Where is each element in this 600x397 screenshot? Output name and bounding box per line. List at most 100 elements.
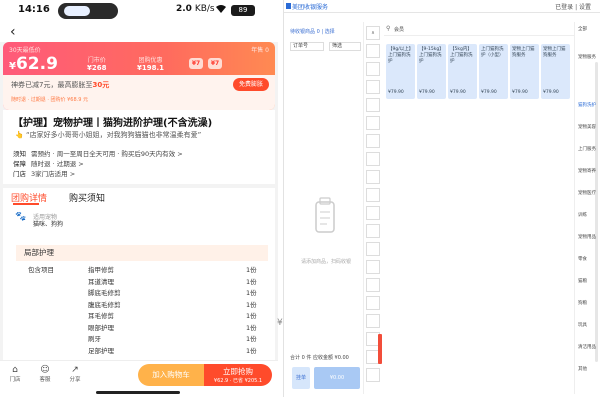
quick-action-button[interactable] — [366, 152, 380, 166]
phone-screen: 14:16 2.0 KB/s 89 ‹ 30天最低价 年售 0 ¥62.9 门市… — [0, 0, 278, 397]
notice-row[interactable]: 须知 需预约 · 周一至周日全天可用 · 购买后90天内有效 > — [13, 148, 183, 158]
category-item[interactable]: 训练 — [578, 212, 587, 218]
quick-action-button[interactable] — [366, 242, 380, 256]
store-icon: ⌂ — [12, 365, 18, 375]
coupon-strip: 神券已减7元，最高膨胀至30元 免费膨胀 随时退 · 过期退 · 团购价 ¥68… — [3, 75, 275, 110]
detail-tabs: 团购详情 购买须知 — [3, 184, 275, 206]
service-item-row: 耳毛修剪 1份 — [88, 312, 257, 320]
expand-coupon-button[interactable]: 免费膨胀 — [232, 78, 269, 91]
service-item-row: 腹底毛修剪 1份 — [88, 300, 257, 309]
group-discount: 团购优惠 ¥198.1 — [137, 57, 165, 72]
add-to-cart-button[interactable]: 加入购物车 — [138, 364, 204, 386]
deal-info: 【护理】宠物护理丨猫狗进阶护理(不含洗澡) 👆 “店家好多小哥哥小姐姐，对我狗狗… — [3, 110, 275, 184]
deal-title: 【护理】宠物护理丨猫狗进阶护理(不含洗澡) — [13, 118, 213, 129]
service-item-row: 耳道清理 1份 — [88, 277, 257, 286]
annual-sales: 年售 0 — [251, 47, 269, 54]
status-time: 14:16 — [18, 4, 50, 15]
app-header-actions[interactable]: 已登录 | 设置 — [555, 2, 591, 11]
cart-panel: 待收银商品 0 | 选择 订单号 筛选 请添加商品，扫码收银 合计 0 件 应收… — [287, 22, 364, 394]
quick-action-button[interactable] — [366, 134, 380, 148]
review-quote: 👆 “店家好多小哥哥小姐姐，对我狗狗猫猫也非常温柔有爱” — [15, 131, 202, 139]
category-item[interactable]: 猫狗洗护 — [578, 102, 596, 108]
store-price: 门市价 ¥268 — [87, 57, 107, 72]
lowest-price-label: 30天最低价 — [9, 47, 41, 54]
category-item[interactable]: 其他 — [578, 366, 587, 372]
quick-action-button[interactable] — [366, 368, 380, 382]
cart-header[interactable]: 待收银商品 0 | 选择 — [290, 28, 335, 35]
service-item-row: 眼部护理 1份 — [88, 323, 257, 332]
app-title: 美团收银服务 — [292, 4, 329, 11]
wifi-icon — [216, 5, 226, 13]
search-icon: ⚲ — [386, 25, 391, 32]
category-item[interactable]: 清洁用品 — [578, 344, 596, 350]
category-item[interactable]: 宠物用品 — [578, 234, 596, 240]
empty-cart-icon — [315, 197, 335, 233]
app-logo-icon — [286, 3, 291, 9]
category-item[interactable]: 全部 — [578, 26, 587, 32]
chat-icon: ☺ — [40, 365, 50, 375]
quick-action-button[interactable] — [366, 80, 380, 94]
empty-cart-text: 请添加商品，扫码收银 — [300, 259, 351, 265]
buy-now-button[interactable]: 立即抢购 ¥62.9 · 已省 ¥205.1 — [204, 364, 272, 386]
category-item[interactable]: 狗粮 — [578, 300, 587, 306]
app-title-bar: 美团收银服务 已登录 | 设置 — [284, 0, 600, 13]
category-item[interactable]: 宠物医疗 — [578, 190, 596, 196]
category-item[interactable]: 玩具 — [578, 322, 587, 328]
checkout-button[interactable]: ¥0.00 — [314, 367, 360, 389]
quick-action-button[interactable] — [366, 170, 380, 184]
service-item-row: 脚底毛修剪 1份 — [88, 289, 257, 297]
back-arrow-icon[interactable]: ‹ — [10, 24, 16, 40]
product-card[interactable]: 宠物上门猫狗服务 ¥79.90 — [510, 44, 539, 99]
share-button[interactable]: ↗ 分享 — [64, 365, 86, 383]
quick-action-button[interactable] — [366, 278, 380, 292]
product-card[interactable]: 【5kg内】上门猫狗洗护 ¥79.90 — [448, 44, 477, 99]
home-indicator — [96, 391, 180, 394]
store-row[interactable]: 门店 3家门店适用 > — [13, 168, 75, 178]
quick-action-button[interactable] — [366, 296, 380, 310]
share-icon: ↗ — [71, 365, 79, 375]
quick-action-button[interactable] — [366, 116, 380, 130]
quick-action-button[interactable] — [366, 98, 380, 112]
service-items: 包含项目 指甲修剪 1份 耳道清理 1份 脚底毛修剪 1份 腹底毛修剪 1份 耳毛修剪 1份… — [16, 264, 268, 356]
product-card[interactable]: 上门猫狗洗护（小型） ¥79.90 — [479, 44, 508, 99]
highlight-marker — [378, 334, 382, 364]
search-input[interactable]: 会员 — [394, 26, 404, 33]
category-item[interactable]: 宠物美容 — [578, 124, 596, 130]
service-item-row: 足部护理 1份 — [88, 346, 257, 355]
price-card: 30天最低价 年售 0 ¥62.9 门市价 ¥268 团购优惠 ¥198.1 ¥… — [3, 42, 275, 110]
quick-action-button[interactable] — [366, 260, 380, 274]
quick-action-button[interactable] — [366, 206, 380, 220]
quick-action-button[interactable] — [366, 44, 380, 58]
cart-summary: 合计 0 件 应收金额 ¥0.00 — [290, 355, 349, 361]
nav-bar: ‹ — [0, 22, 278, 42]
product-grid-panel: ⚲ 会员 【9g/以上】上门猫狗洗护 ¥79.90 【9-15kg】上门猫狗洗护 ¥… — [384, 22, 574, 394]
tab-purchase-notes[interactable]: 购买须知 — [69, 191, 105, 204]
category-item[interactable]: 宠物服务 — [578, 54, 596, 60]
quick-action-button[interactable] — [366, 314, 380, 328]
product-card[interactable]: 【9-15kg】上门猫狗洗护 ¥79.90 — [417, 44, 446, 99]
product-card[interactable]: 【9g/以上】上门猫狗洗护 ¥79.90 — [386, 44, 415, 99]
coupon-tag: ¥7 — [189, 58, 203, 69]
service-button[interactable]: ☺ 客服 — [34, 365, 56, 383]
quick-action-button[interactable] — [366, 188, 380, 202]
status-bar: 14:16 2.0 KB/s 89 — [0, 0, 278, 22]
order-dropdown[interactable]: 订单号 — [290, 42, 324, 51]
category-item[interactable]: 零食 — [578, 256, 587, 262]
category-item[interactable]: 猫粮 — [578, 278, 587, 284]
coupon-tag: ¥7 — [208, 58, 222, 69]
product-search[interactable]: ⚲ 会员 — [384, 24, 574, 36]
guarantee-row[interactable]: 保障 随时退 · 过期退 > — [13, 158, 84, 168]
quick-action-button[interactable] — [366, 62, 380, 76]
store-button[interactable]: ⌂ 门店 — [4, 365, 26, 383]
filter-dropdown[interactable]: 筛选 — [329, 42, 361, 51]
dynamic-island — [58, 3, 118, 19]
refund-policy: 随时退 · 过期退 · 团购价 ¥68.9 元 — [11, 97, 89, 103]
category-item[interactable]: 宠物寄养 — [578, 168, 596, 174]
collapse-button[interactable]: ∧ — [366, 26, 380, 40]
hold-order-button[interactable]: 挂单 — [292, 367, 310, 389]
category-item[interactable]: 上门服务 — [578, 146, 596, 152]
quick-action-button[interactable] — [366, 224, 380, 238]
quick-action-column: ∧ — [366, 22, 382, 394]
product-card[interactable]: 宠物上门猫狗服务 ¥79.90 — [541, 44, 570, 99]
network-speed: 2.0 KB/s — [176, 4, 215, 14]
